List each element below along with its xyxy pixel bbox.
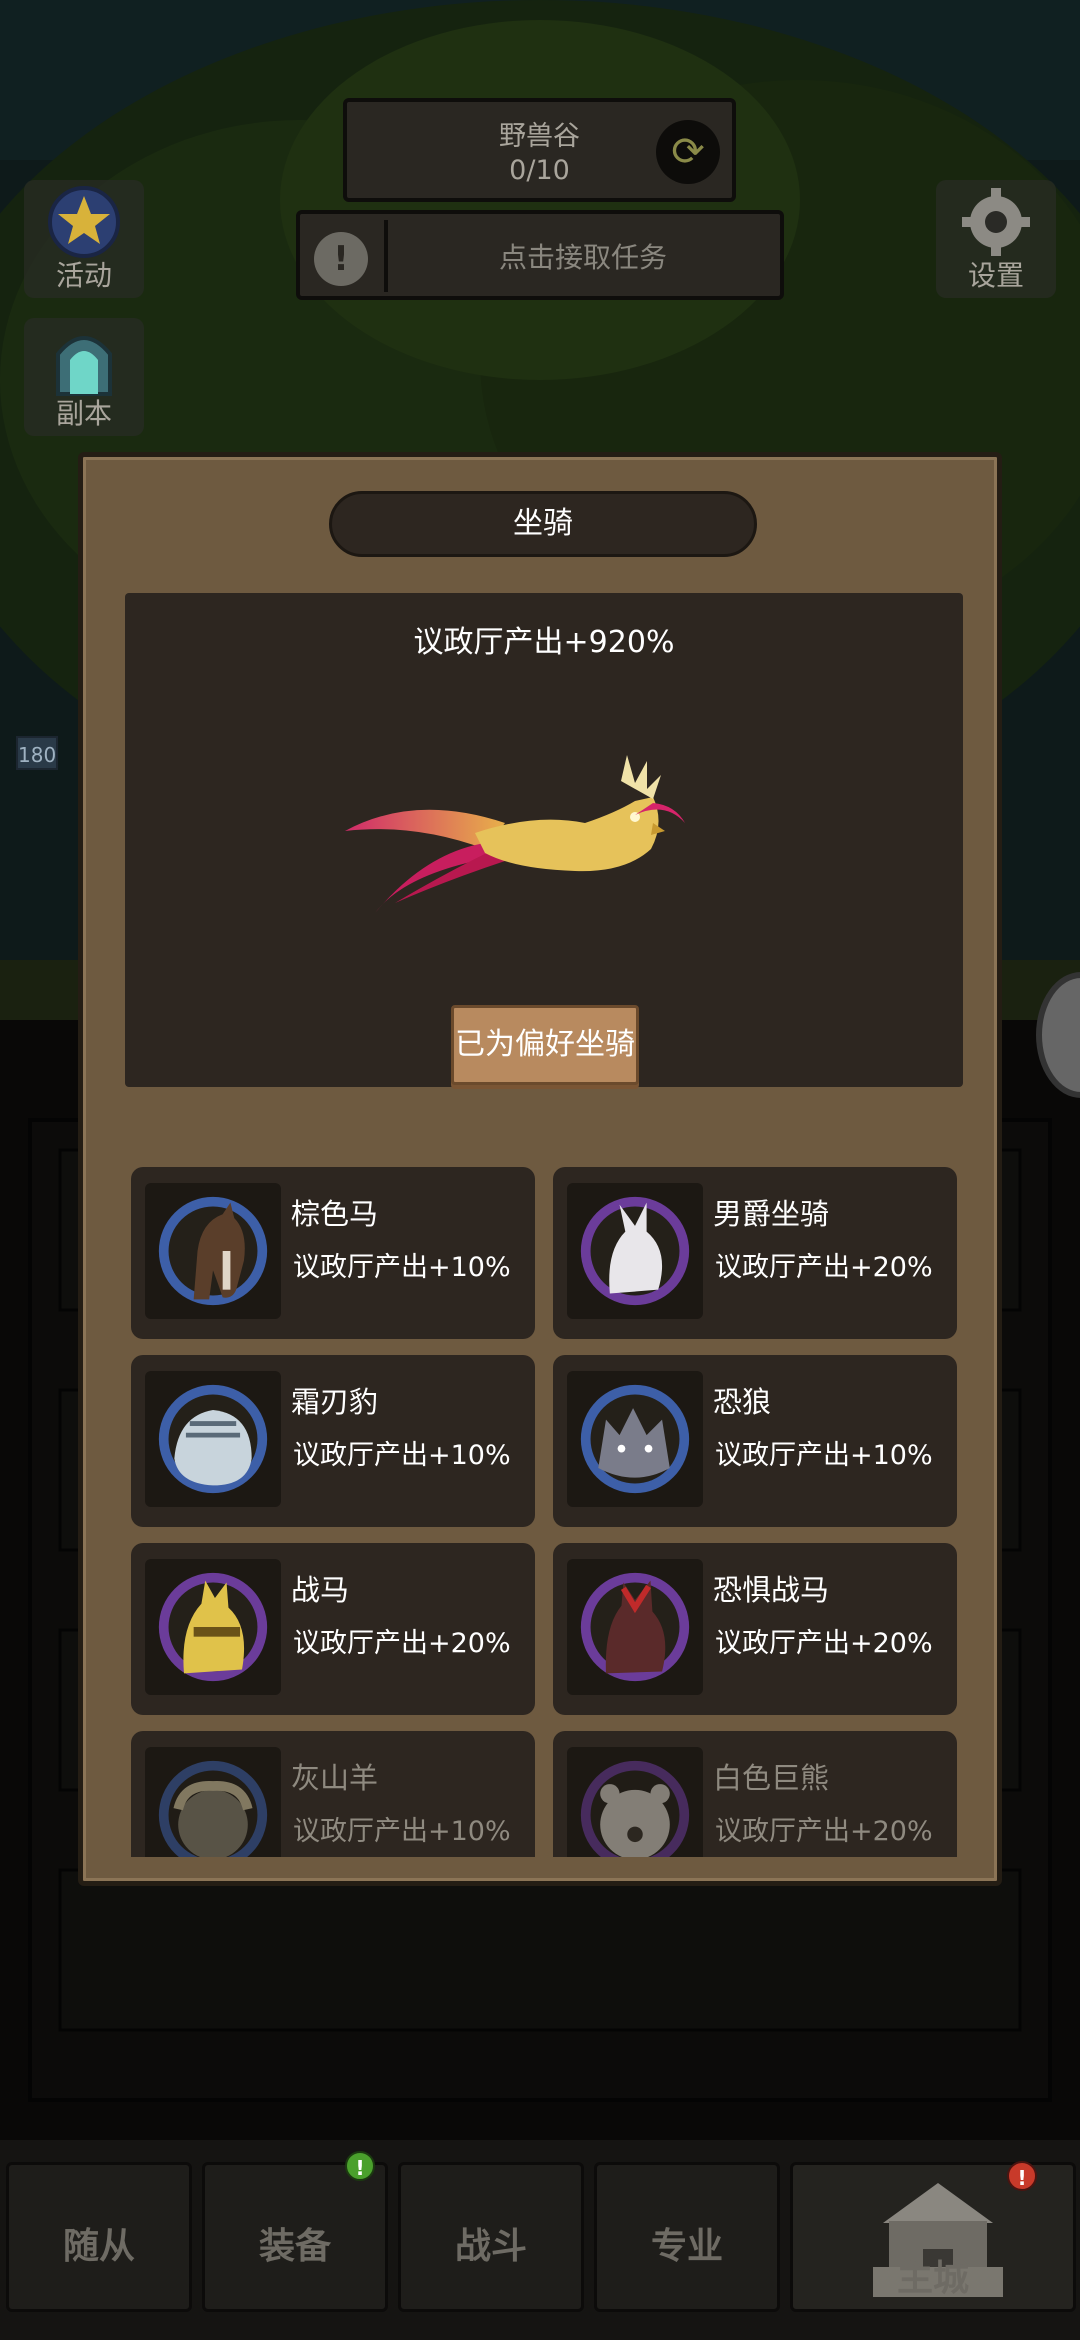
mount-bonus: 议政厅产出+10% xyxy=(715,1440,933,1471)
tab-label: 随从 xyxy=(62,2226,135,2267)
mount-name: 战马 xyxy=(291,1573,350,1607)
selected-mount-showcase: 议政厅产出+920% 已为偏好坐骑 xyxy=(125,593,963,1087)
mount-bonus: 议政厅产出+10% xyxy=(293,1252,511,1283)
map-indicator[interactable]: 野兽谷 0/10 ⟳ xyxy=(343,98,736,202)
mount-portrait xyxy=(145,1371,281,1507)
preferred-mount-button[interactable]: 已为偏好坐骑 xyxy=(451,1005,639,1085)
mount-portrait xyxy=(567,1183,703,1319)
mount-list: 棕色马 议政厅产出+10% 男爵坐骑 议政厅产出+20% 霜刃豹 议政厅产出+10% 恐狼议… xyxy=(131,1167,957,1857)
quest-text: 点击接取任务 xyxy=(498,241,667,274)
mount-bonus: 议政厅产出+20% xyxy=(715,1628,933,1659)
dungeon-button[interactable]: 副本 xyxy=(24,318,144,436)
dreadsteed-icon xyxy=(580,1572,690,1682)
mount-name: 白色巨熊 xyxy=(713,1761,830,1795)
mount-card[interactable]: 霜刃豹议政厅产出+10% xyxy=(131,1355,535,1527)
tab-equipment[interactable]: ! 装备 xyxy=(202,2151,388,2312)
mount-portrait xyxy=(567,1559,703,1695)
mount-card[interactable]: 男爵坐骑议政厅产出+20% xyxy=(553,1167,957,1339)
tab-professions[interactable]: 专业 xyxy=(594,2162,780,2312)
dialog-title: 坐骑 xyxy=(329,491,757,557)
tab-label: 战斗 xyxy=(454,2226,527,2267)
warhorse-icon xyxy=(158,1572,268,1682)
mount-name: 恐狼 xyxy=(713,1385,772,1419)
portal-icon xyxy=(56,336,112,396)
activity-label: 活动 xyxy=(55,259,112,292)
star-icon xyxy=(48,186,120,258)
activity-button[interactable]: 活动 xyxy=(24,180,144,298)
level-tag: 180 xyxy=(16,736,58,770)
bottom-navigation: 随从 ! 装备 战斗 专业 ! 主城 xyxy=(0,2140,1080,2340)
tab-battle[interactable]: 战斗 xyxy=(398,2162,584,2312)
mount-dialog: 坐骑 议政厅产出+920% 已为偏好坐骑 棕色马 议政厅产出+10% 男爵坐骑 议政厅… xyxy=(78,452,1002,1886)
mount-name: 霜刃豹 xyxy=(291,1385,379,1419)
tab-main-city[interactable]: ! 主城 xyxy=(790,2161,1076,2312)
mount-bonus: 议政厅产出+10% xyxy=(293,1816,511,1847)
divider xyxy=(384,220,388,292)
frostsaber-icon xyxy=(158,1384,268,1494)
mount-name: 棕色马 xyxy=(291,1197,379,1231)
settings-button[interactable]: 设置 xyxy=(936,180,1056,298)
dungeon-label: 副本 xyxy=(55,397,112,430)
quest-bar[interactable]: ! 点击接取任务 xyxy=(296,210,784,300)
brown-horse-icon xyxy=(158,1196,268,1306)
refresh-icon[interactable]: ⟳ xyxy=(656,120,720,184)
mount-portrait xyxy=(145,1747,281,1857)
baron-mount-icon xyxy=(580,1196,690,1306)
mount-name: 灰山羊 xyxy=(291,1761,379,1795)
grey-ram-icon xyxy=(158,1760,268,1857)
white-bear-icon xyxy=(580,1760,690,1857)
tab-label: 专业 xyxy=(650,2226,723,2267)
mount-portrait xyxy=(145,1183,281,1319)
tab-followers[interactable]: 随从 xyxy=(6,2162,192,2312)
settings-label: 设置 xyxy=(967,259,1024,292)
dire-wolf-icon xyxy=(580,1384,690,1494)
mount-card[interactable]: 白色巨熊议政厅产出+20% xyxy=(553,1731,957,1857)
mount-card[interactable]: 战马议政厅产出+20% xyxy=(131,1543,535,1715)
mount-bonus: 议政厅产出+20% xyxy=(715,1816,933,1847)
mount-card[interactable]: 棕色马议政厅产出+10% xyxy=(131,1167,535,1339)
alert-icon: ! xyxy=(314,232,368,286)
mount-name: 恐惧战马 xyxy=(713,1573,830,1607)
selected-mount-bonus: 议政厅产出+920% xyxy=(413,625,675,660)
mount-portrait xyxy=(567,1371,703,1507)
tab-label: 主城 xyxy=(896,2258,969,2299)
mount-portrait xyxy=(145,1559,281,1695)
mount-card[interactable]: 恐狼议政厅产出+10% xyxy=(553,1355,957,1527)
mount-name: 男爵坐骑 xyxy=(713,1197,830,1231)
phoenix-mount-illustration xyxy=(345,755,685,913)
mount-card[interactable]: 灰山羊议政厅产出+10% xyxy=(131,1731,535,1857)
mount-bonus: 议政厅产出+20% xyxy=(715,1252,933,1283)
mount-portrait xyxy=(567,1747,703,1857)
mount-card[interactable]: 恐惧战马议政厅产出+20% xyxy=(553,1543,957,1715)
notification-badge: ! xyxy=(345,2151,375,2181)
gear-icon xyxy=(962,188,1030,256)
tab-label: 装备 xyxy=(258,2226,331,2267)
mount-bonus: 议政厅产出+10% xyxy=(293,1440,511,1471)
mount-bonus: 议政厅产出+20% xyxy=(293,1628,511,1659)
